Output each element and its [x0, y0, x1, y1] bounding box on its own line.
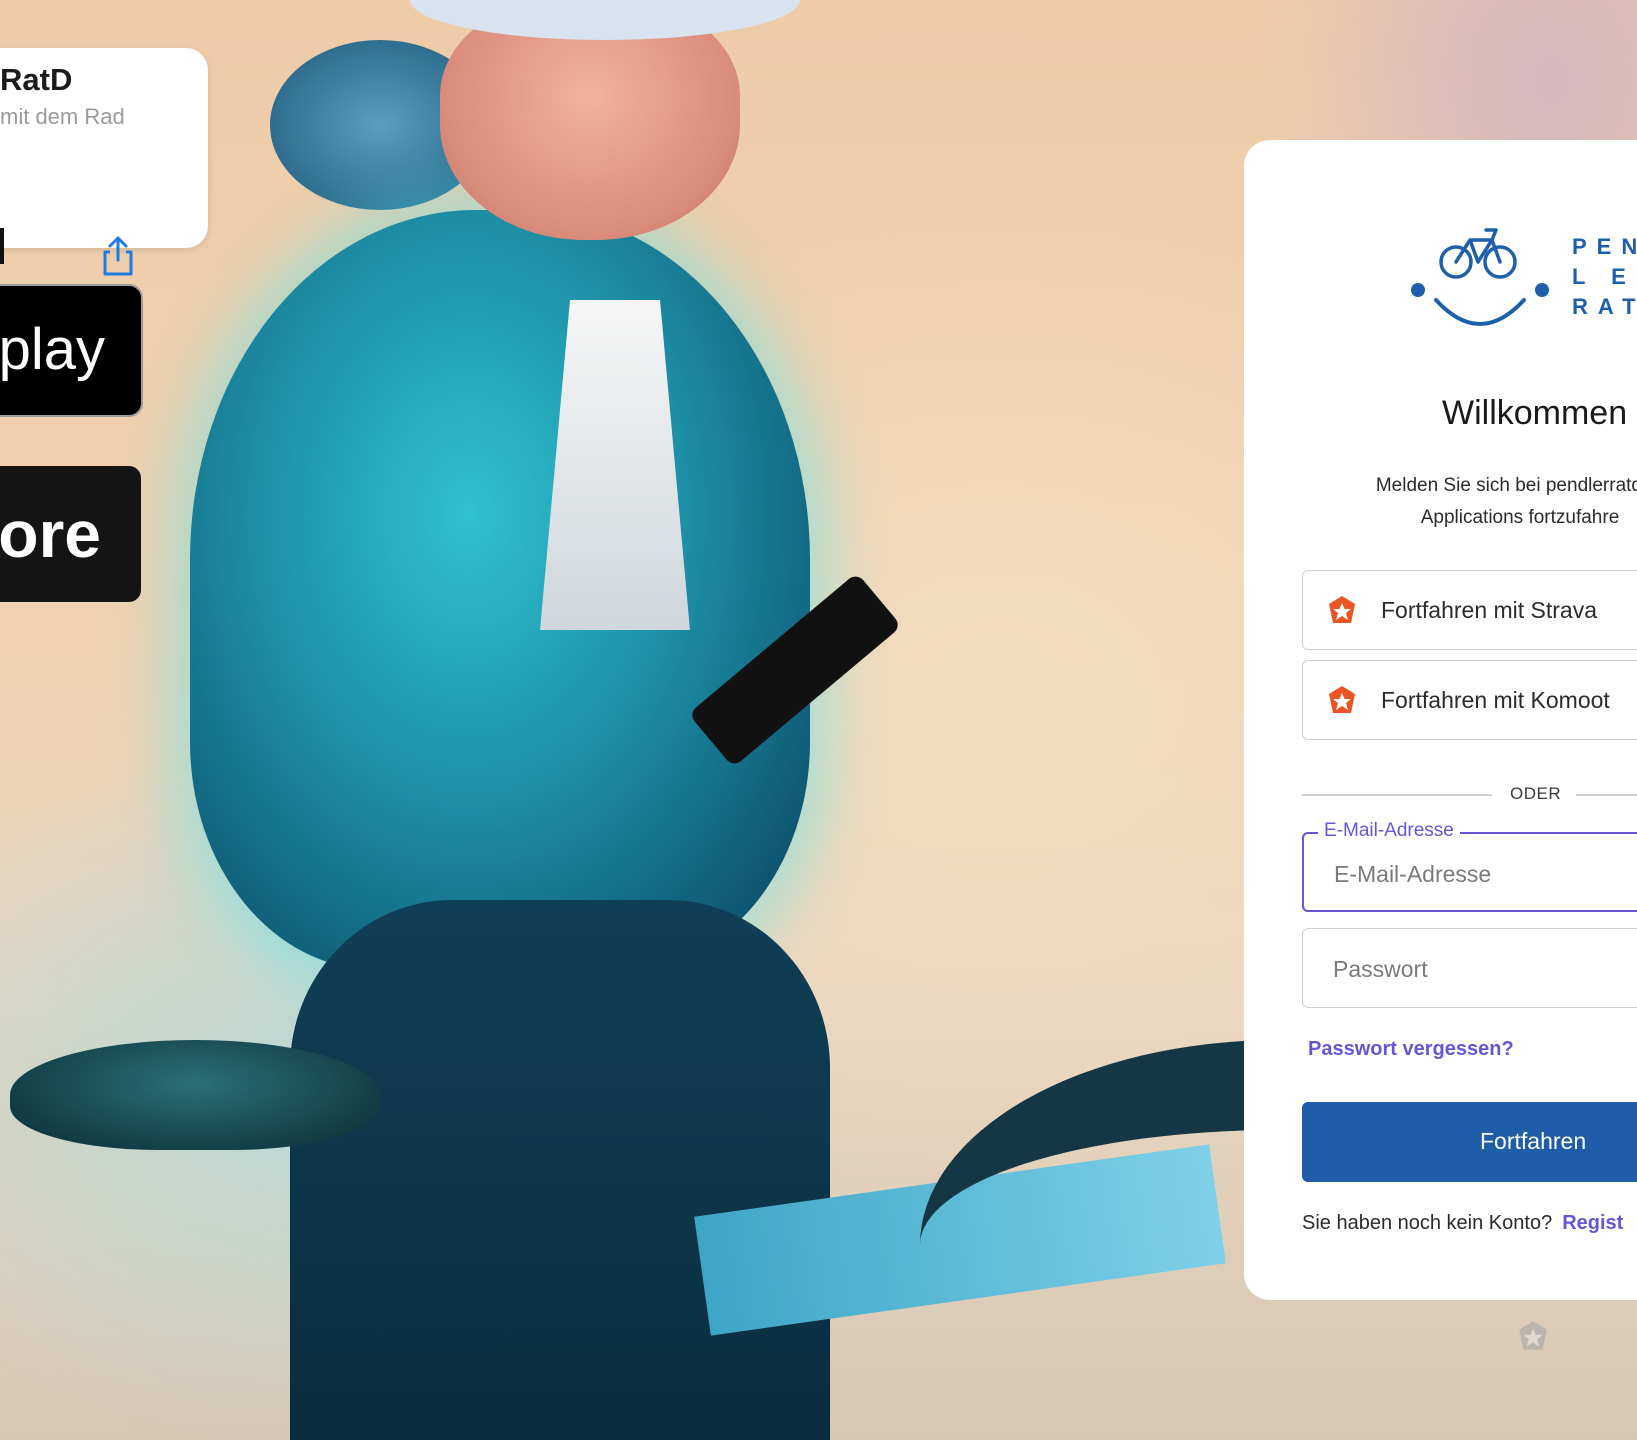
brand-line-1: PEN	[1572, 234, 1637, 259]
card-edge-mark	[0, 228, 4, 264]
app-store-badge[interactable]: tore	[0, 466, 141, 602]
email-input[interactable]	[1332, 856, 1637, 892]
app-info-card: RatD mit dem Rad	[0, 48, 208, 276]
app-subtitle: mit dem Rad	[0, 104, 125, 129]
description-line-1: Melden Sie sich bei pendlerratd ar	[1375, 475, 1637, 496]
brand-line-3: RAT	[1572, 294, 1636, 319]
auth0-star-icon	[1329, 686, 1355, 713]
brand-wordmark: PEN L E RAT	[1572, 232, 1637, 322]
app-name: RatD	[0, 62, 73, 97]
signup-prompt: Sie haben noch kein Konto? Regist	[1302, 1212, 1623, 1235]
auth0-watermark-icon	[1519, 1321, 1547, 1350]
description-line-2: Applications fortzufahre	[1420, 507, 1620, 528]
pendlerratd-bike-smile-logo	[1411, 228, 1549, 326]
divider-text: ODER	[1510, 784, 1562, 803]
brand-line-2: L E	[1572, 264, 1636, 289]
signup-prompt-text: Sie haben noch kein Konto?	[1302, 1212, 1553, 1234]
divider-line-left	[1302, 794, 1492, 796]
continue-with-komoot-button[interactable]: Fortfahren mit Komoot	[1302, 660, 1637, 740]
or-divider: ODER	[1302, 784, 1637, 804]
google-play-badge[interactable]: play	[0, 284, 143, 417]
email-floating-label: E-Mail-Adresse	[1318, 820, 1460, 842]
password-input[interactable]	[1331, 951, 1637, 987]
app-store-text: tore	[0, 497, 101, 571]
password-field	[1302, 928, 1637, 1008]
login-description: Melden Sie sich bei pendlerratd ar Appli…	[1320, 470, 1637, 534]
skirt	[290, 900, 830, 1440]
bike-saddle	[10, 1040, 380, 1150]
jacket	[190, 210, 810, 970]
google-play-text: play	[0, 317, 105, 382]
email-field: E-Mail-Adresse	[1302, 820, 1637, 912]
continue-with-strava-button[interactable]: Fortfahren mit Strava	[1302, 570, 1637, 650]
strava-button-label: Fortfahren mit Strava	[1381, 597, 1598, 623]
continue-button-label: Fortfahren	[1480, 1128, 1587, 1154]
login-panel: PEN L E RAT Willkommen Melden Sie sich b…	[1244, 140, 1637, 1300]
auth0-star-icon	[1329, 596, 1355, 623]
divider-line-right	[1576, 794, 1637, 796]
page-title: Willkommen	[1442, 394, 1628, 432]
komoot-button-label: Fortfahren mit Komoot	[1381, 687, 1610, 713]
forgot-password-link[interactable]: Passwort vergessen?	[1308, 1038, 1514, 1061]
share-icon[interactable]	[100, 234, 136, 278]
continue-button[interactable]: Fortfahren	[1302, 1102, 1637, 1182]
signup-link[interactable]: Regist	[1562, 1212, 1623, 1234]
